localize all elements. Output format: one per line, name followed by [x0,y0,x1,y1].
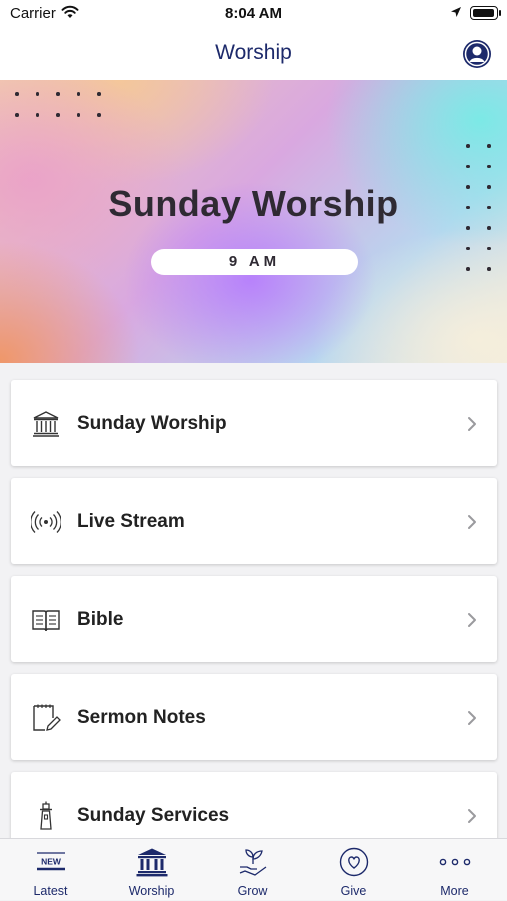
chevron-right-icon [468,613,476,627]
menu-item-sermon-notes[interactable]: Sermon Notes [11,674,497,760]
clock-time: 8:04 AM [225,5,282,22]
tab-more[interactable]: More [404,839,505,901]
menu-item-label: Sermon Notes [77,707,206,728]
chevron-right-icon [468,417,476,431]
chevron-right-icon [468,711,476,725]
chevron-right-icon [468,515,476,529]
lighthouse-icon [40,801,52,830]
menu-item-sunday-worship[interactable]: Sunday Worship [11,380,497,466]
location-arrow-icon [451,7,461,17]
sprout-hand-icon [239,849,267,876]
hero-time-pill: 9 AM [151,249,358,275]
tab-give[interactable]: Give [303,839,404,901]
menu-item-label: Sunday Worship [77,413,227,434]
menu-item-label: Live Stream [77,511,185,532]
tab-label: Latest [33,884,68,898]
chevron-right-icon [468,809,476,823]
notepad-pencil-icon [33,704,61,731]
battery-tip [499,10,501,16]
battery-icon [470,6,498,20]
user-avatar-icon [464,41,490,67]
tab-latest[interactable]: NEW Latest [0,839,101,901]
navigation-bar: Worship [0,28,507,80]
church-building-icon [136,848,168,877]
menu-item-label: Bible [77,609,124,630]
church-building-icon [33,411,59,437]
heart-circle-icon [339,847,369,877]
tab-label: Give [340,884,367,898]
tab-label: Worship [128,884,175,898]
open-book-icon [32,610,60,632]
menu-item-live-stream[interactable]: Live Stream [11,478,497,564]
new-badge-icon: NEW [37,852,65,871]
tab-label: Grow [237,884,268,898]
menu-item-label: Sunday Services [77,805,230,826]
status-bar: Carrier 8:04 AM [0,0,507,28]
hero-title: Sunday Worship [108,183,399,224]
tab-grow[interactable]: Grow [202,839,303,901]
more-dots-icon [439,858,471,866]
tab-label: More [440,884,469,898]
tab-bar: NEW Latest Worship Grow Give More [0,838,507,900]
tab-worship[interactable]: Worship [101,839,202,901]
page-title: Worship [215,41,292,64]
svg-text:NEW: NEW [41,857,62,867]
broadcast-icon [31,511,61,533]
decorative-dots-top-left [15,92,118,134]
menu-item-bible[interactable]: Bible [11,576,497,662]
hero-banner[interactable]: Sunday Worship 9 AM [0,80,507,363]
profile-avatar-button[interactable] [463,40,491,68]
